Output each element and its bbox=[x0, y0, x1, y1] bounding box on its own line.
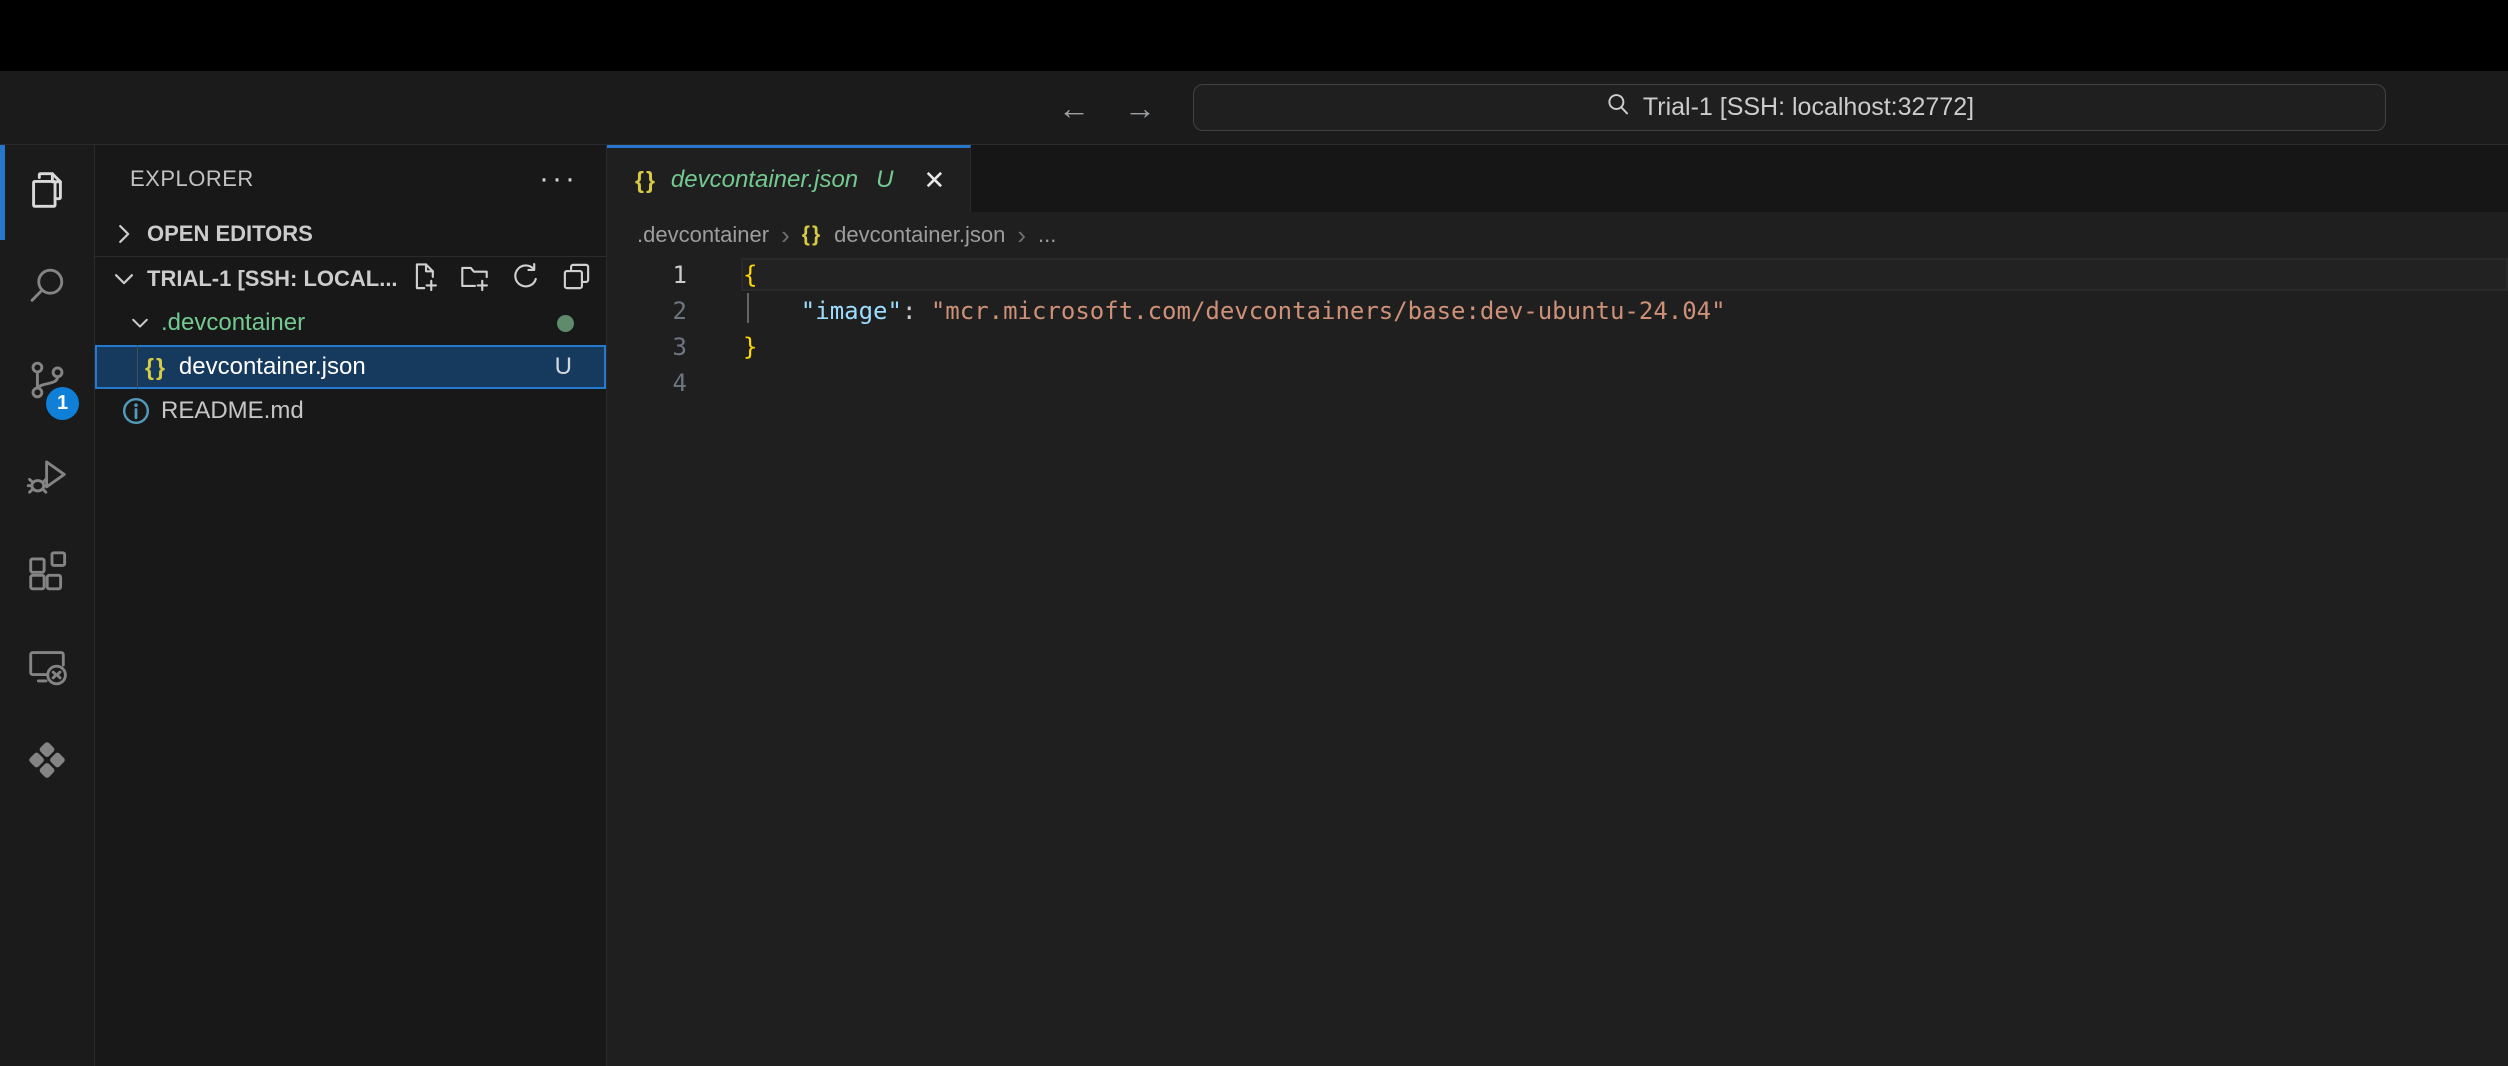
code-text: "image": "mcr.microsoft.com/devcontainer… bbox=[687, 293, 1726, 329]
code-text: { bbox=[687, 257, 757, 293]
remote-monitor-icon bbox=[24, 642, 70, 693]
git-modified-dot-badge bbox=[557, 315, 574, 332]
titlebar: ← → Trial-1 [SSH: localhost:32772] bbox=[0, 71, 2508, 145]
debug-icon bbox=[24, 452, 70, 503]
tab-label: devcontainer.json bbox=[671, 166, 858, 194]
extensions-icon bbox=[24, 547, 70, 598]
chevron-separator: › bbox=[781, 222, 790, 248]
activity-source-control[interactable]: 1 bbox=[0, 335, 94, 430]
activity-extensions[interactable] bbox=[0, 525, 94, 620]
explorer-actions bbox=[408, 261, 606, 298]
source-control-badge: 1 bbox=[46, 387, 79, 420]
activity-explorer[interactable] bbox=[0, 145, 94, 240]
refresh-button[interactable] bbox=[510, 261, 541, 298]
close-tab-button[interactable]: ✕ bbox=[923, 165, 945, 196]
git-untracked-badge: U bbox=[555, 353, 572, 381]
files-icon bbox=[24, 167, 70, 218]
chevron-separator: › bbox=[1017, 222, 1026, 248]
tree-item-readme[interactable]: README.md bbox=[95, 389, 606, 433]
search-icon bbox=[24, 262, 70, 313]
search-icon bbox=[1605, 91, 1631, 124]
readme-label: README.md bbox=[161, 397, 304, 425]
tab-bar: {} devcontainer.json U ✕ bbox=[607, 145, 2508, 212]
diamond-grid-icon bbox=[24, 737, 70, 788]
code-text bbox=[687, 365, 743, 401]
file-label: devcontainer.json bbox=[179, 353, 366, 381]
breadcrumb-symbol-ellipsis[interactable]: ... bbox=[1038, 222, 1056, 248]
file-tree: .devcontainer {} devcontainer.json U bbox=[95, 301, 606, 433]
activity-run-debug[interactable] bbox=[0, 430, 94, 525]
line-number: 4 bbox=[607, 365, 687, 401]
new-file-button[interactable] bbox=[408, 261, 439, 298]
more-actions-button[interactable]: ··· bbox=[539, 171, 578, 186]
window-title: Trial-1 [SSH: localhost:32772] bbox=[1643, 93, 1974, 122]
workbench: 1 bbox=[0, 145, 2508, 1066]
json-file-icon: {} bbox=[802, 223, 822, 247]
command-center[interactable]: Trial-1 [SSH: localhost:32772] bbox=[1193, 84, 2386, 131]
code-line-4: 4 bbox=[607, 365, 2508, 401]
info-icon bbox=[121, 396, 151, 426]
sidebar-title-row: EXPLORER ··· bbox=[95, 145, 606, 212]
history-navigation: ← → bbox=[1058, 71, 1156, 144]
tree-item-devcontainer-folder[interactable]: .devcontainer bbox=[95, 301, 606, 345]
activity-search[interactable] bbox=[0, 240, 94, 335]
back-button[interactable]: ← bbox=[1058, 92, 1090, 124]
indent-guide bbox=[137, 345, 138, 389]
breadcrumb-file[interactable]: devcontainer.json bbox=[834, 222, 1005, 248]
workspace-header[interactable]: TRIAL-1 [SSH: LOCAL... bbox=[95, 257, 606, 301]
code-line-2: 2 "image": "mcr.microsoft.com/devcontain… bbox=[607, 293, 2508, 329]
open-editors-header[interactable]: OPEN EDITORS bbox=[95, 212, 606, 257]
breadcrumb-folder[interactable]: .devcontainer bbox=[637, 222, 769, 248]
explorer-sidebar: EXPLORER ··· OPEN EDITORS TRIAL-1 [SSH: … bbox=[95, 145, 607, 1066]
collapse-folders-button[interactable] bbox=[561, 261, 592, 298]
new-folder-button[interactable] bbox=[459, 261, 490, 298]
tab-git-badge: U bbox=[876, 166, 893, 194]
chevron-right-icon bbox=[109, 219, 139, 249]
line-number: 3 bbox=[607, 329, 687, 365]
json-file-icon: {} bbox=[145, 354, 167, 381]
line-number: 1 bbox=[607, 257, 687, 293]
chevron-down-icon bbox=[127, 310, 153, 336]
vscode-window: ← → Trial-1 [SSH: localhost:32772] bbox=[0, 0, 2508, 1066]
json-file-icon: {} bbox=[635, 167, 657, 194]
code-line-1: 1 { bbox=[607, 257, 2508, 293]
chevron-down-icon bbox=[109, 264, 139, 294]
sidebar-title: EXPLORER bbox=[130, 166, 254, 192]
code-editor[interactable]: 1 { 2 "image": "mcr.microsoft.com/devcon… bbox=[607, 257, 2508, 1066]
forward-button[interactable]: → bbox=[1124, 92, 1156, 124]
open-editors-label: OPEN EDITORS bbox=[147, 221, 313, 247]
code-line-3: 3 } bbox=[607, 329, 2508, 365]
activity-azure[interactable] bbox=[0, 715, 94, 810]
line-number: 2 bbox=[607, 293, 687, 329]
activity-bar: 1 bbox=[0, 145, 95, 1066]
editor-group: {} devcontainer.json U ✕ .devcontainer ›… bbox=[607, 145, 2508, 1066]
workspace-label: TRIAL-1 [SSH: LOCAL... bbox=[147, 266, 398, 292]
folder-label: .devcontainer bbox=[161, 309, 305, 337]
tree-item-devcontainer-json[interactable]: {} devcontainer.json U bbox=[95, 345, 606, 389]
macos-menubar-strip bbox=[0, 0, 2508, 71]
tab-devcontainer-json[interactable]: {} devcontainer.json U ✕ bbox=[607, 145, 971, 212]
code-text: } bbox=[687, 329, 757, 365]
activity-remote-explorer[interactable] bbox=[0, 620, 94, 715]
breadcrumb: .devcontainer › {} devcontainer.json › .… bbox=[607, 212, 2508, 257]
